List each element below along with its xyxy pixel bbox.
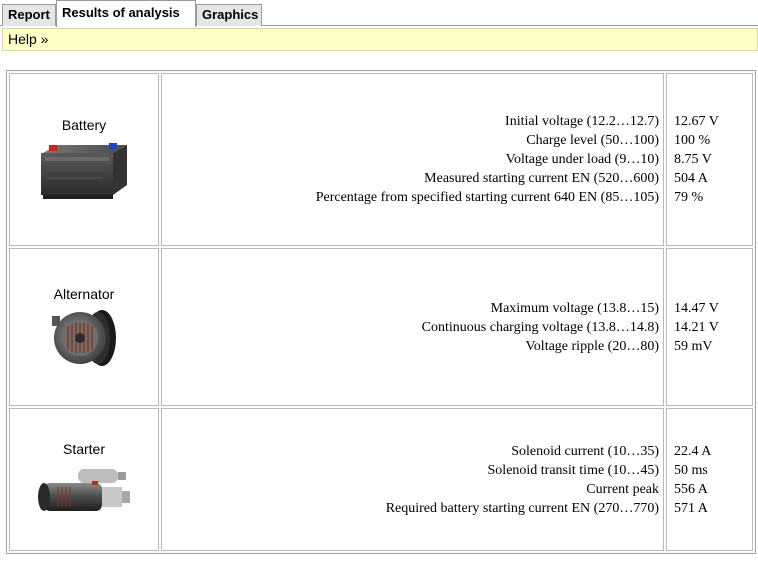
- measurement-value: 100 %: [674, 133, 711, 148]
- tab-report[interactable]: Report: [2, 4, 56, 26]
- tab-bar: Report Results of analysis Graphics: [0, 0, 758, 27]
- measurement-labels-alternator: Maximum voltage (13.8…15) Continuous cha…: [161, 248, 664, 406]
- measurement-label: Initial voltage (12.2…12.7): [505, 114, 659, 129]
- measurement-value: 79 %: [674, 190, 704, 205]
- table-row-battery: Battery Initial voltage (12.2…12.7) Char…: [9, 73, 753, 246]
- component-cell-starter: Starter: [9, 408, 159, 551]
- component-cell-alternator: Alternator: [9, 248, 159, 406]
- measurement-value: 14.47 V: [674, 300, 719, 316]
- measurement-label: Solenoid transit time (10…45): [487, 462, 659, 478]
- measurement-label: Continuous charging voltage (13.8…14.8): [421, 319, 659, 335]
- results-table: Battery Initial voltage (12.2…12.7) Char…: [6, 70, 756, 554]
- component-name-alternator: Alternator: [53, 286, 115, 302]
- table-row-starter: Starter Solenoid current (10…35) Solenoi…: [9, 408, 753, 551]
- measurement-label: Current peak: [586, 481, 659, 497]
- measurement-labels-starter: Solenoid current (10…35) Solenoid transi…: [161, 408, 664, 551]
- measurement-value: 14.21 V: [674, 319, 719, 335]
- measurement-values-starter: 22.4 A 50 ms 556 A 571 A: [666, 408, 753, 551]
- measurement-value: 12.67 V: [674, 114, 719, 129]
- component-name-battery: Battery: [61, 116, 107, 133]
- tab-results-of-analysis[interactable]: Results of analysis: [56, 0, 196, 27]
- measurement-label: Maximum voltage (13.8…15): [490, 300, 659, 316]
- measurement-value: 556 A: [674, 481, 708, 497]
- measurement-label: Voltage under load (9…10): [505, 152, 659, 167]
- measurement-value: 50 ms: [674, 462, 708, 478]
- alternator-icon: [52, 310, 116, 366]
- measurement-values-alternator: 14.47 V 14.21 V 59 mV: [666, 248, 753, 406]
- measurement-value: 571 A: [674, 500, 708, 516]
- measurement-value: 22.4 A: [674, 443, 712, 459]
- battery-icon: [41, 142, 127, 199]
- measurement-label: Voltage ripple (20…80): [525, 338, 660, 354]
- tab-graphics[interactable]: Graphics: [196, 4, 262, 26]
- measurement-value: 8.75 V: [674, 152, 712, 167]
- measurement-label: Required battery starting current EN (27…: [385, 500, 659, 516]
- measurement-label: Charge level (50…100): [526, 133, 659, 148]
- measurement-labels-battery: Initial voltage (12.2…12.7) Charge level…: [161, 73, 664, 246]
- component-cell-battery: Battery: [9, 73, 159, 246]
- measurement-value: 59 mV: [674, 338, 713, 354]
- help-link[interactable]: Help »: [2, 28, 758, 51]
- measurement-label: Percentage from specified starting curre…: [315, 190, 659, 205]
- measurement-label: Measured starting current EN (520…600): [424, 171, 659, 186]
- measurement-values-battery: 12.67 V 100 % 8.75 V 504 A 79 %: [666, 73, 753, 246]
- table-row-alternator: Alternator Maximum voltage (13.8…15) Con…: [9, 248, 753, 406]
- component-name-starter: Starter: [62, 440, 105, 457]
- starter-icon: [38, 468, 130, 511]
- measurement-value: 504 A: [674, 171, 708, 186]
- measurement-label: Solenoid current (10…35): [511, 443, 659, 459]
